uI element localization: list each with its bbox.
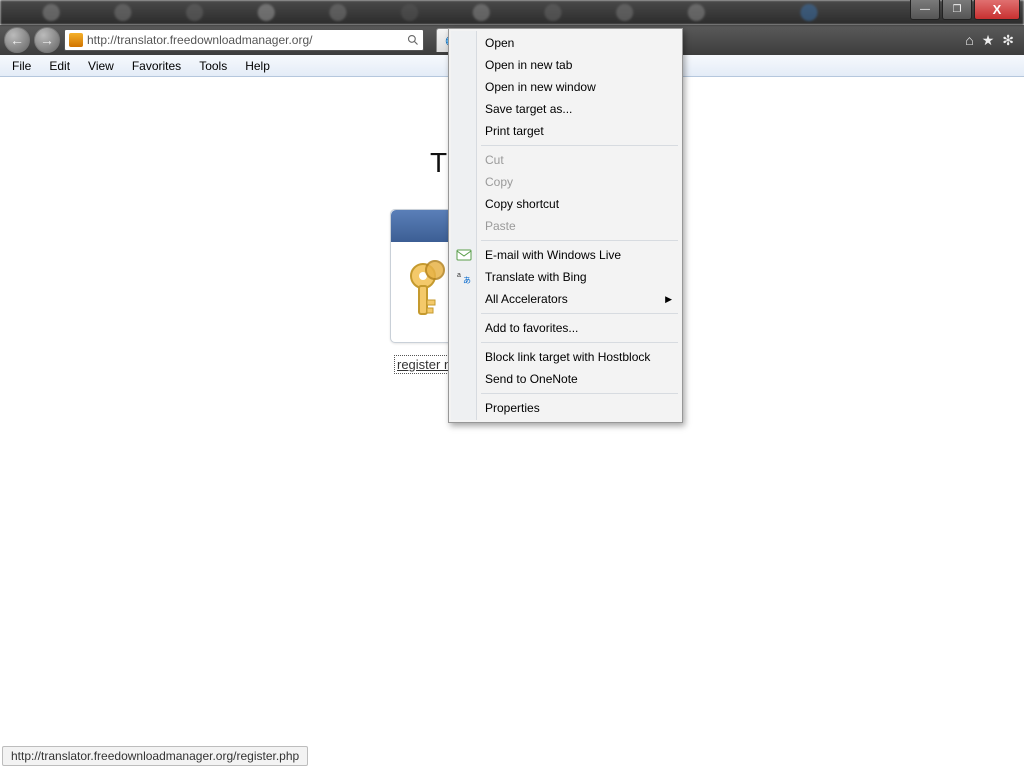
svg-text:a: a bbox=[457, 272, 461, 279]
command-bar: ⌂ ★ ✻ bbox=[959, 32, 1020, 49]
ctx-block-hostblock[interactable]: Block link target with Hostblock bbox=[451, 346, 680, 368]
ctx-email-live[interactable]: E-mail with Windows Live bbox=[451, 244, 680, 266]
address-bar[interactable] bbox=[64, 29, 424, 51]
ctx-separator bbox=[481, 145, 678, 146]
ctx-copy: Copy bbox=[451, 171, 680, 193]
ctx-separator bbox=[481, 342, 678, 343]
menu-edit[interactable]: Edit bbox=[41, 57, 78, 75]
close-button[interactable]: X bbox=[974, 0, 1020, 20]
minimize-icon: — bbox=[920, 4, 930, 15]
ctx-label: E-mail with Windows Live bbox=[485, 248, 621, 262]
ctx-label: All Accelerators bbox=[485, 292, 568, 306]
background-blur-strip bbox=[0, 0, 1024, 25]
context-menu: Open Open in new tab Open in new window … bbox=[448, 28, 683, 423]
minimize-button[interactable]: — bbox=[910, 0, 940, 20]
site-favicon-icon bbox=[69, 33, 83, 47]
ctx-send-onenote[interactable]: Send to OneNote bbox=[451, 368, 680, 390]
translate-icon: aあ bbox=[456, 269, 472, 285]
ctx-print-target[interactable]: Print target bbox=[451, 120, 680, 142]
ctx-separator bbox=[481, 240, 678, 241]
address-input[interactable] bbox=[87, 33, 403, 47]
ctx-open-new-window[interactable]: Open in new window bbox=[451, 76, 680, 98]
ctx-paste: Paste bbox=[451, 215, 680, 237]
submenu-arrow-icon: ▶ bbox=[665, 294, 672, 305]
back-button[interactable]: ← bbox=[4, 27, 30, 53]
ctx-separator bbox=[481, 393, 678, 394]
forward-arrow-icon: → bbox=[40, 32, 54, 48]
menu-tools[interactable]: Tools bbox=[191, 57, 235, 75]
maximize-icon: ❐ bbox=[953, 4, 962, 15]
ctx-label: Translate with Bing bbox=[485, 270, 587, 284]
menu-view[interactable]: View bbox=[80, 57, 122, 75]
home-icon[interactable]: ⌂ bbox=[965, 32, 973, 49]
search-icon[interactable] bbox=[407, 34, 419, 46]
back-arrow-icon: ← bbox=[10, 32, 24, 48]
ctx-save-target[interactable]: Save target as... bbox=[451, 98, 680, 120]
favorites-icon[interactable]: ★ bbox=[982, 32, 995, 49]
menu-help[interactable]: Help bbox=[237, 57, 278, 75]
close-icon: X bbox=[993, 2, 1002, 17]
keys-icon bbox=[405, 260, 451, 320]
menu-file[interactable]: File bbox=[4, 57, 39, 75]
ctx-copy-shortcut[interactable]: Copy shortcut bbox=[451, 193, 680, 215]
tools-gear-icon[interactable]: ✻ bbox=[1002, 32, 1014, 49]
ctx-open-new-tab[interactable]: Open in new tab bbox=[451, 54, 680, 76]
ctx-separator bbox=[481, 313, 678, 314]
status-bar: http://translator.freedownloadmanager.or… bbox=[2, 746, 308, 766]
mail-icon bbox=[456, 247, 472, 263]
maximize-button[interactable]: ❐ bbox=[942, 0, 972, 20]
ctx-add-favorites[interactable]: Add to favorites... bbox=[451, 317, 680, 339]
ctx-properties[interactable]: Properties bbox=[451, 397, 680, 419]
ctx-translate-bing[interactable]: aあ Translate with Bing bbox=[451, 266, 680, 288]
ctx-open[interactable]: Open bbox=[451, 32, 680, 54]
menu-favorites[interactable]: Favorites bbox=[124, 57, 189, 75]
ctx-all-accelerators[interactable]: All Accelerators ▶ bbox=[451, 288, 680, 310]
ctx-cut: Cut bbox=[451, 149, 680, 171]
status-text: http://translator.freedownloadmanager.or… bbox=[11, 749, 299, 763]
forward-button[interactable]: → bbox=[34, 27, 60, 53]
window-caption-buttons: — ❐ X bbox=[910, 0, 1020, 20]
svg-text:あ: あ bbox=[463, 276, 471, 285]
